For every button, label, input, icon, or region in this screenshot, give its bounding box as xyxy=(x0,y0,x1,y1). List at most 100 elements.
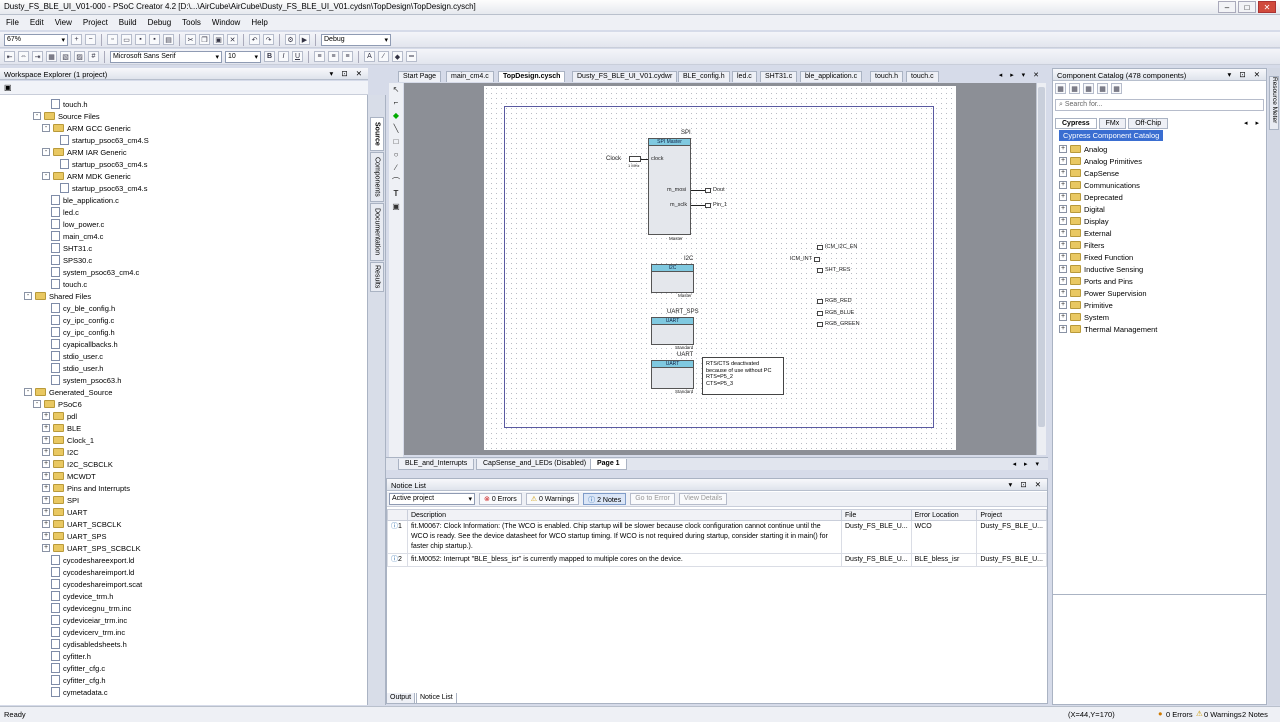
fill-color-icon[interactable]: ◆ xyxy=(392,51,403,62)
catalog-item[interactable]: + Ports and Pins xyxy=(1059,275,1133,287)
tab-touch-h[interactable]: touch.h xyxy=(870,71,903,82)
tab-capsense-leds[interactable]: CapSense_and_LEDs (Disabled) xyxy=(476,459,594,470)
catalog-tool-icon[interactable]: ▦ xyxy=(1111,83,1122,94)
tree-folder[interactable]: + UART xyxy=(42,506,87,518)
tree-file[interactable]: cyfitter.h xyxy=(51,650,91,662)
new-file-icon[interactable]: ▫ xyxy=(107,34,118,45)
dout-pin[interactable]: Dout xyxy=(705,187,725,193)
errors-button[interactable]: ⊗ 0 Errors xyxy=(479,493,522,505)
col-description[interactable]: Description xyxy=(406,509,843,521)
group-icon[interactable]: ▧ xyxy=(60,51,71,62)
scrollbar-thumb[interactable] xyxy=(1038,87,1045,427)
notice-filter-combo[interactable]: Active project xyxy=(389,493,475,505)
tab-main-cm4[interactable]: main_cm4.c xyxy=(446,71,494,82)
catalog-item[interactable]: + Filters xyxy=(1059,239,1104,251)
tree-file[interactable]: stdio_user.c xyxy=(51,350,103,362)
expand-icon[interactable]: + xyxy=(42,544,50,552)
tree-file[interactable]: low_power.c xyxy=(51,218,104,230)
catalog-item[interactable]: + Power Supervision xyxy=(1059,287,1147,299)
tree-file[interactable]: startup_psoc63_cm4.s xyxy=(60,158,147,170)
i2c-component[interactable]: I2C xyxy=(651,264,694,293)
tree-folder[interactable]: + MCWDT xyxy=(42,470,96,482)
tree-file[interactable]: cymetadata.c xyxy=(51,686,108,698)
catalog-item[interactable]: + Analog xyxy=(1059,143,1107,155)
pin-rgb-blue[interactable]: RGB_BLUE xyxy=(817,310,854,316)
polyline-icon[interactable]: ∕ xyxy=(391,163,401,173)
catalog-search-input[interactable]: ⌕ Search for... xyxy=(1055,99,1264,111)
tree-file[interactable]: cycodeshareexport.ld xyxy=(51,554,134,566)
text-align-right-icon[interactable]: ≡ xyxy=(342,51,353,62)
expand-icon[interactable]: + xyxy=(1059,217,1067,225)
tab-ble-interrupts[interactable]: BLE_and_Interrupts xyxy=(398,459,475,470)
zoom-out-icon[interactable]: − xyxy=(85,34,96,45)
tab-output[interactable]: Output xyxy=(386,693,416,704)
maximize-icon[interactable]: □ xyxy=(1238,1,1256,13)
expand-icon[interactable]: + xyxy=(1059,301,1067,309)
zoom-combo[interactable]: 67% xyxy=(4,33,68,46)
tree-folder[interactable]: - ARM IAR Generic xyxy=(42,146,127,158)
ellipse-icon[interactable]: ○ xyxy=(391,150,401,160)
expand-icon[interactable]: + xyxy=(1059,289,1067,297)
expand-icon[interactable]: + xyxy=(1059,277,1067,285)
notice-controls-icon[interactable]: ▾ ⊡ ✕ xyxy=(1008,480,1044,489)
catalog-item[interactable]: + Display xyxy=(1059,215,1109,227)
tree-file[interactable]: cy_ipc_config.h xyxy=(51,326,115,338)
save-icon[interactable]: ▪ xyxy=(135,34,146,45)
tab-start-page[interactable]: Start Page xyxy=(398,71,442,82)
copy-icon[interactable]: ❐ xyxy=(199,34,210,45)
menu-file[interactable]: File xyxy=(6,18,19,27)
underline-button[interactable]: U xyxy=(292,51,303,62)
table-row[interactable]: ⓘ1 fit.M0067: Clock Information: (The WC… xyxy=(387,520,1047,554)
tree-file[interactable]: stdio_user.h xyxy=(51,362,103,374)
text-align-center-icon[interactable]: ≡ xyxy=(328,51,339,62)
collapse-icon[interactable]: - xyxy=(33,112,41,120)
expand-icon[interactable]: + xyxy=(1059,253,1067,261)
tab-ble-application[interactable]: ble_application.c xyxy=(800,71,863,82)
tree-file[interactable]: touch.c xyxy=(51,278,87,290)
tree-folder[interactable]: + I2C_SCBCLK xyxy=(42,458,113,470)
tab-fmx[interactable]: FMx xyxy=(1098,118,1127,129)
font-color-icon[interactable]: A xyxy=(364,51,375,62)
tree-folder[interactable]: - Shared Files xyxy=(24,290,91,302)
tree-folder[interactable]: - Source Files xyxy=(33,110,100,122)
tab-components[interactable]: Components xyxy=(370,152,384,202)
tab-scroll-icon[interactable]: ◂ ▸ ▾ ✕ xyxy=(999,71,1042,79)
tree-file[interactable]: ble_application.c xyxy=(51,194,119,206)
tab-led[interactable]: led.c xyxy=(732,71,757,82)
pin-icm-i2c-en[interactable]: ICM_I2C_EN xyxy=(817,244,857,250)
expand-icon[interactable]: + xyxy=(42,460,50,468)
align-right-icon[interactable]: ⇥ xyxy=(32,51,43,62)
uart-component[interactable]: UART xyxy=(651,360,694,389)
expand-icon[interactable]: + xyxy=(1059,265,1067,273)
catalog-controls-icon[interactable]: ▾ ⊡ ✕ xyxy=(1227,70,1263,79)
open-folder-icon[interactable]: ▭ xyxy=(121,34,132,45)
font-size-combo[interactable]: 10 xyxy=(225,50,261,63)
expand-icon[interactable]: + xyxy=(1059,169,1067,177)
tree-folder[interactable]: + SPI xyxy=(42,494,79,506)
col-project[interactable]: Project xyxy=(976,509,1047,521)
print-icon[interactable]: ▤ xyxy=(163,34,174,45)
pin-icm-int[interactable]: ICM_INT xyxy=(790,256,820,262)
tree-folder[interactable]: + I2C xyxy=(42,446,79,458)
align-center-icon[interactable]: ⇔ xyxy=(18,51,29,62)
catalog-item[interactable]: + External xyxy=(1059,227,1112,239)
catalog-item[interactable]: + Deprecated xyxy=(1059,191,1123,203)
tree-folder[interactable]: - ARM MDK Generic xyxy=(42,170,131,182)
line-style-icon[interactable]: ═ xyxy=(406,51,417,62)
canvas-scrollbar[interactable] xyxy=(1036,83,1046,455)
italic-button[interactable]: I xyxy=(278,51,289,62)
redo-icon[interactable]: ↷ xyxy=(263,34,274,45)
tree-file[interactable]: cydevicerv_trm.inc xyxy=(51,626,125,638)
catalog-root[interactable]: Cypress Component Catalog xyxy=(1059,130,1164,141)
tab-source[interactable]: Source xyxy=(370,117,384,151)
layer-icon[interactable]: ▨ xyxy=(74,51,85,62)
tab-page-1[interactable]: Page 1 xyxy=(590,459,627,470)
tree-file[interactable]: cyfitter_cfg.c xyxy=(51,662,105,674)
expand-icon[interactable]: + xyxy=(1059,325,1067,333)
collapse-icon[interactable]: - xyxy=(33,400,41,408)
warnings-button[interactable]: ⚠ 0 Warnings xyxy=(525,493,580,505)
catalog-tool-icon[interactable]: ▦ xyxy=(1083,83,1094,94)
rectangle-icon[interactable]: □ xyxy=(391,137,401,147)
tree-folder[interactable]: + UART_SPS_SCBCLK xyxy=(42,542,141,554)
pointer-icon[interactable]: ↖ xyxy=(391,85,401,95)
